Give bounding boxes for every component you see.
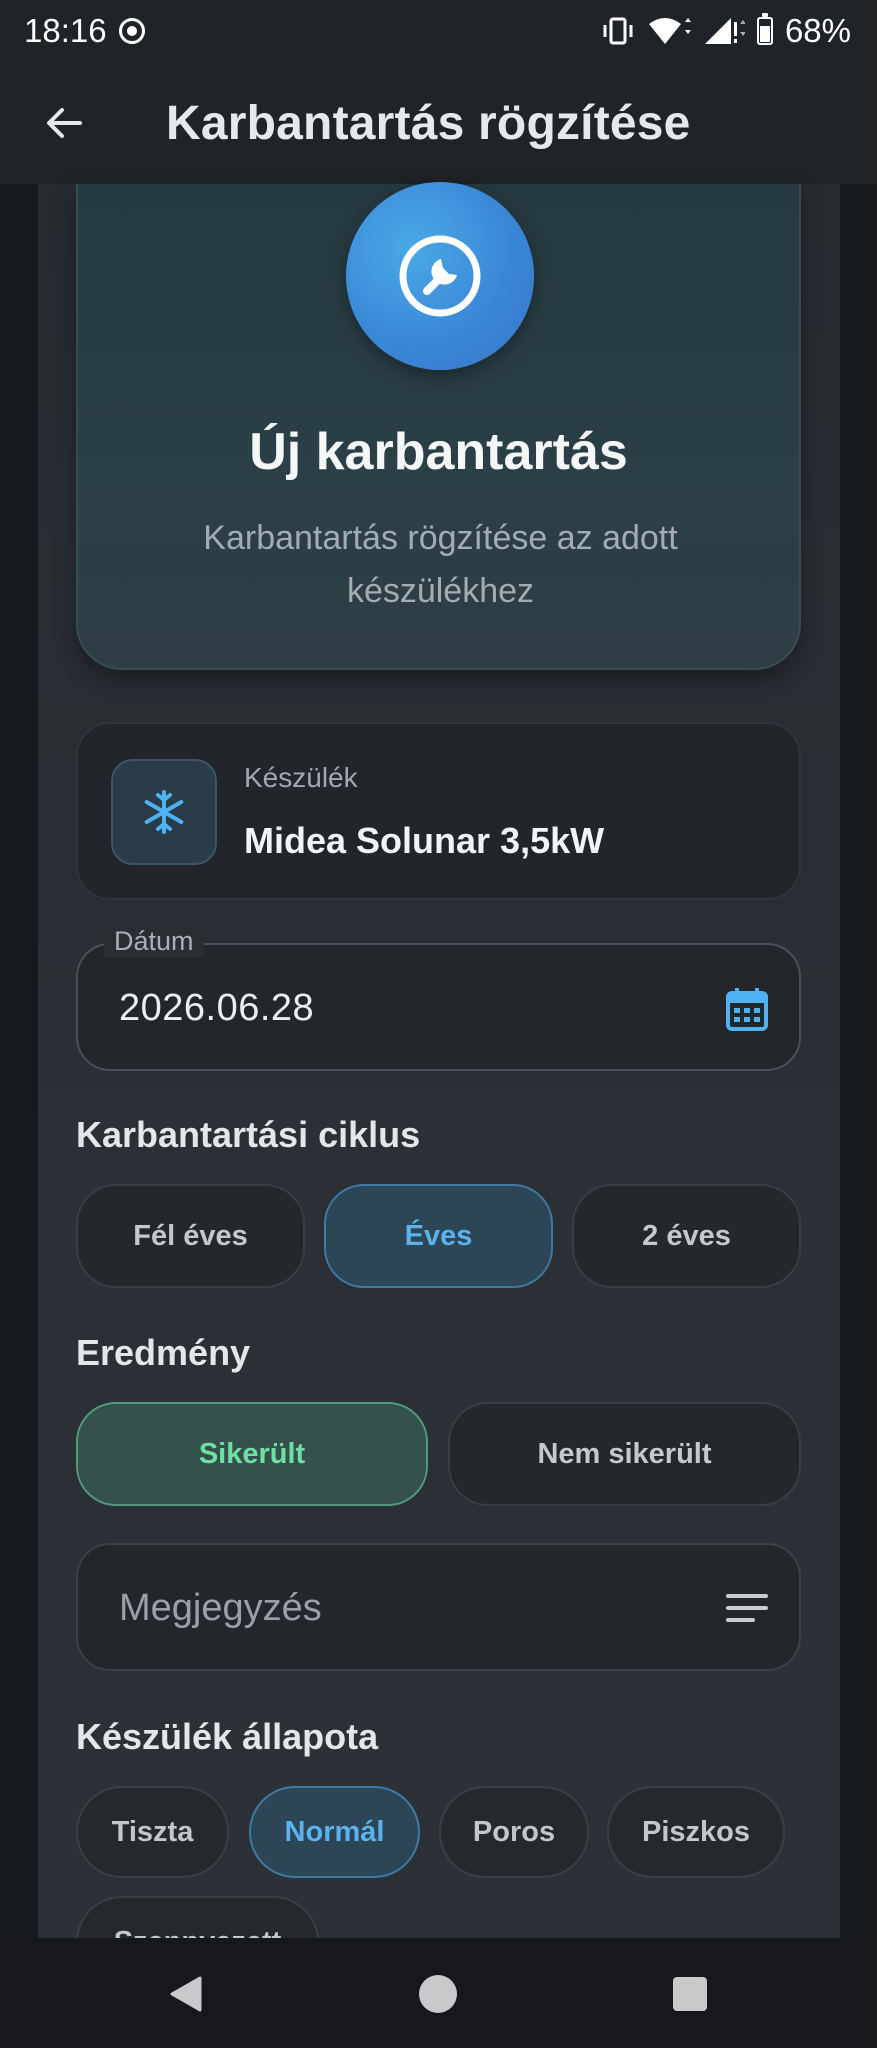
notes-icon [726,1594,768,1622]
app-bar: Karbantartás rögzítése [0,62,877,184]
condition-chip-clean[interactable]: Tiszta [76,1786,229,1878]
snowflake-icon [111,759,217,865]
back-button[interactable] [24,83,104,163]
triangle-back-icon [170,1976,202,2012]
cellular-signal-icon [703,16,745,46]
calendar-icon[interactable] [723,985,771,1033]
cycle-option-half-year[interactable]: Fél éves [76,1184,305,1288]
note-placeholder: Megjegyzés [119,1587,322,1629]
nav-home-button[interactable] [408,1964,468,2024]
status-time: 18:16 [24,12,107,49]
hero-card: Új karbantartás Karbantartás rögzítése a… [76,182,801,670]
hero-subtitle: Karbantartás rögzítése az adott készülék… [203,519,678,610]
date-field[interactable]: Dátum 2026.06.28 [76,926,801,1071]
battery-percent: 68% [784,12,851,49]
result-section-title: Eredmény [76,1332,251,1373]
device-name: Midea Solunar 3,5kW [244,820,605,861]
battery-icon [756,13,773,45]
cycle-section-title: Karbantartási ciklus [76,1114,421,1155]
nav-back-button[interactable] [156,1964,216,2024]
hero-title: Új karbantartás [249,423,628,481]
condition-section-title: Készülék állapota [76,1716,379,1757]
cycle-option-two-year[interactable]: 2 éves [572,1184,801,1288]
vibrate-icon [601,17,635,45]
wrench-icon [346,182,534,370]
square-recents-icon [673,1977,707,2011]
wifi-icon [647,16,691,46]
cycle-option-yearly[interactable]: Éves [324,1184,553,1288]
result-option-failed[interactable]: Nem sikerült [448,1402,801,1506]
device-label: Készülék [244,762,358,793]
date-label: Dátum [104,926,204,957]
circle-home-icon [419,1975,457,2013]
note-input[interactable]: Megjegyzés [76,1543,801,1671]
system-nav-bar [0,1938,877,2048]
nav-recents-button[interactable] [660,1964,720,2024]
condition-chip-normal[interactable]: Normál [249,1786,420,1878]
status-bar: 18:16 68% [0,0,877,62]
date-value: 2026.06.28 [119,987,315,1029]
screen-record-icon [118,18,145,44]
condition-chip-dirty[interactable]: Piszkos [607,1786,785,1878]
condition-chip-dusty[interactable]: Poros [439,1786,589,1878]
arrow-back-icon [47,108,82,138]
result-option-success[interactable]: Sikerült [76,1402,428,1506]
device-card: Készülék Midea Solunar 3,5kW [76,722,801,900]
page-title: Karbantartás rögzítése [166,96,691,150]
